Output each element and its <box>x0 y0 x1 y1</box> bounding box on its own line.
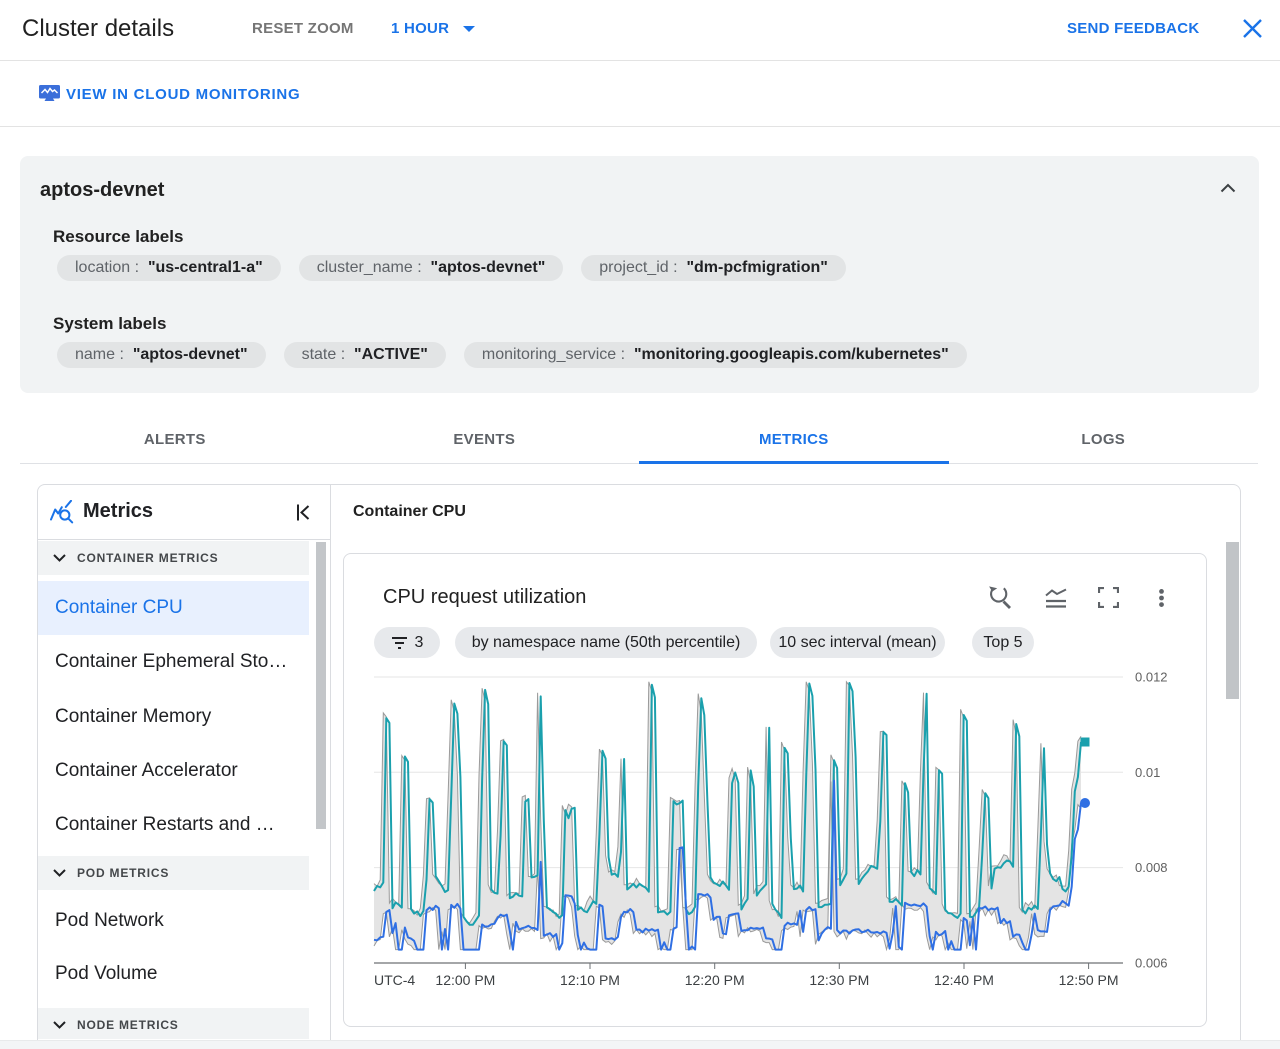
svg-text:12:30 PM: 12:30 PM <box>809 972 869 988</box>
svg-text:12:40 PM: 12:40 PM <box>934 972 994 988</box>
svg-text:12:50 PM: 12:50 PM <box>1059 972 1119 988</box>
svg-text:UTC-4: UTC-4 <box>374 972 415 988</box>
svg-text:12:00 PM: 12:00 PM <box>435 972 495 988</box>
svg-text:12:20 PM: 12:20 PM <box>685 972 745 988</box>
svg-text:12:10 PM: 12:10 PM <box>560 972 620 988</box>
svg-text:0.006: 0.006 <box>1135 956 1168 971</box>
svg-text:0.01: 0.01 <box>1135 765 1160 780</box>
svg-text:0.008: 0.008 <box>1135 860 1168 875</box>
svg-text:0.012: 0.012 <box>1135 670 1168 685</box>
